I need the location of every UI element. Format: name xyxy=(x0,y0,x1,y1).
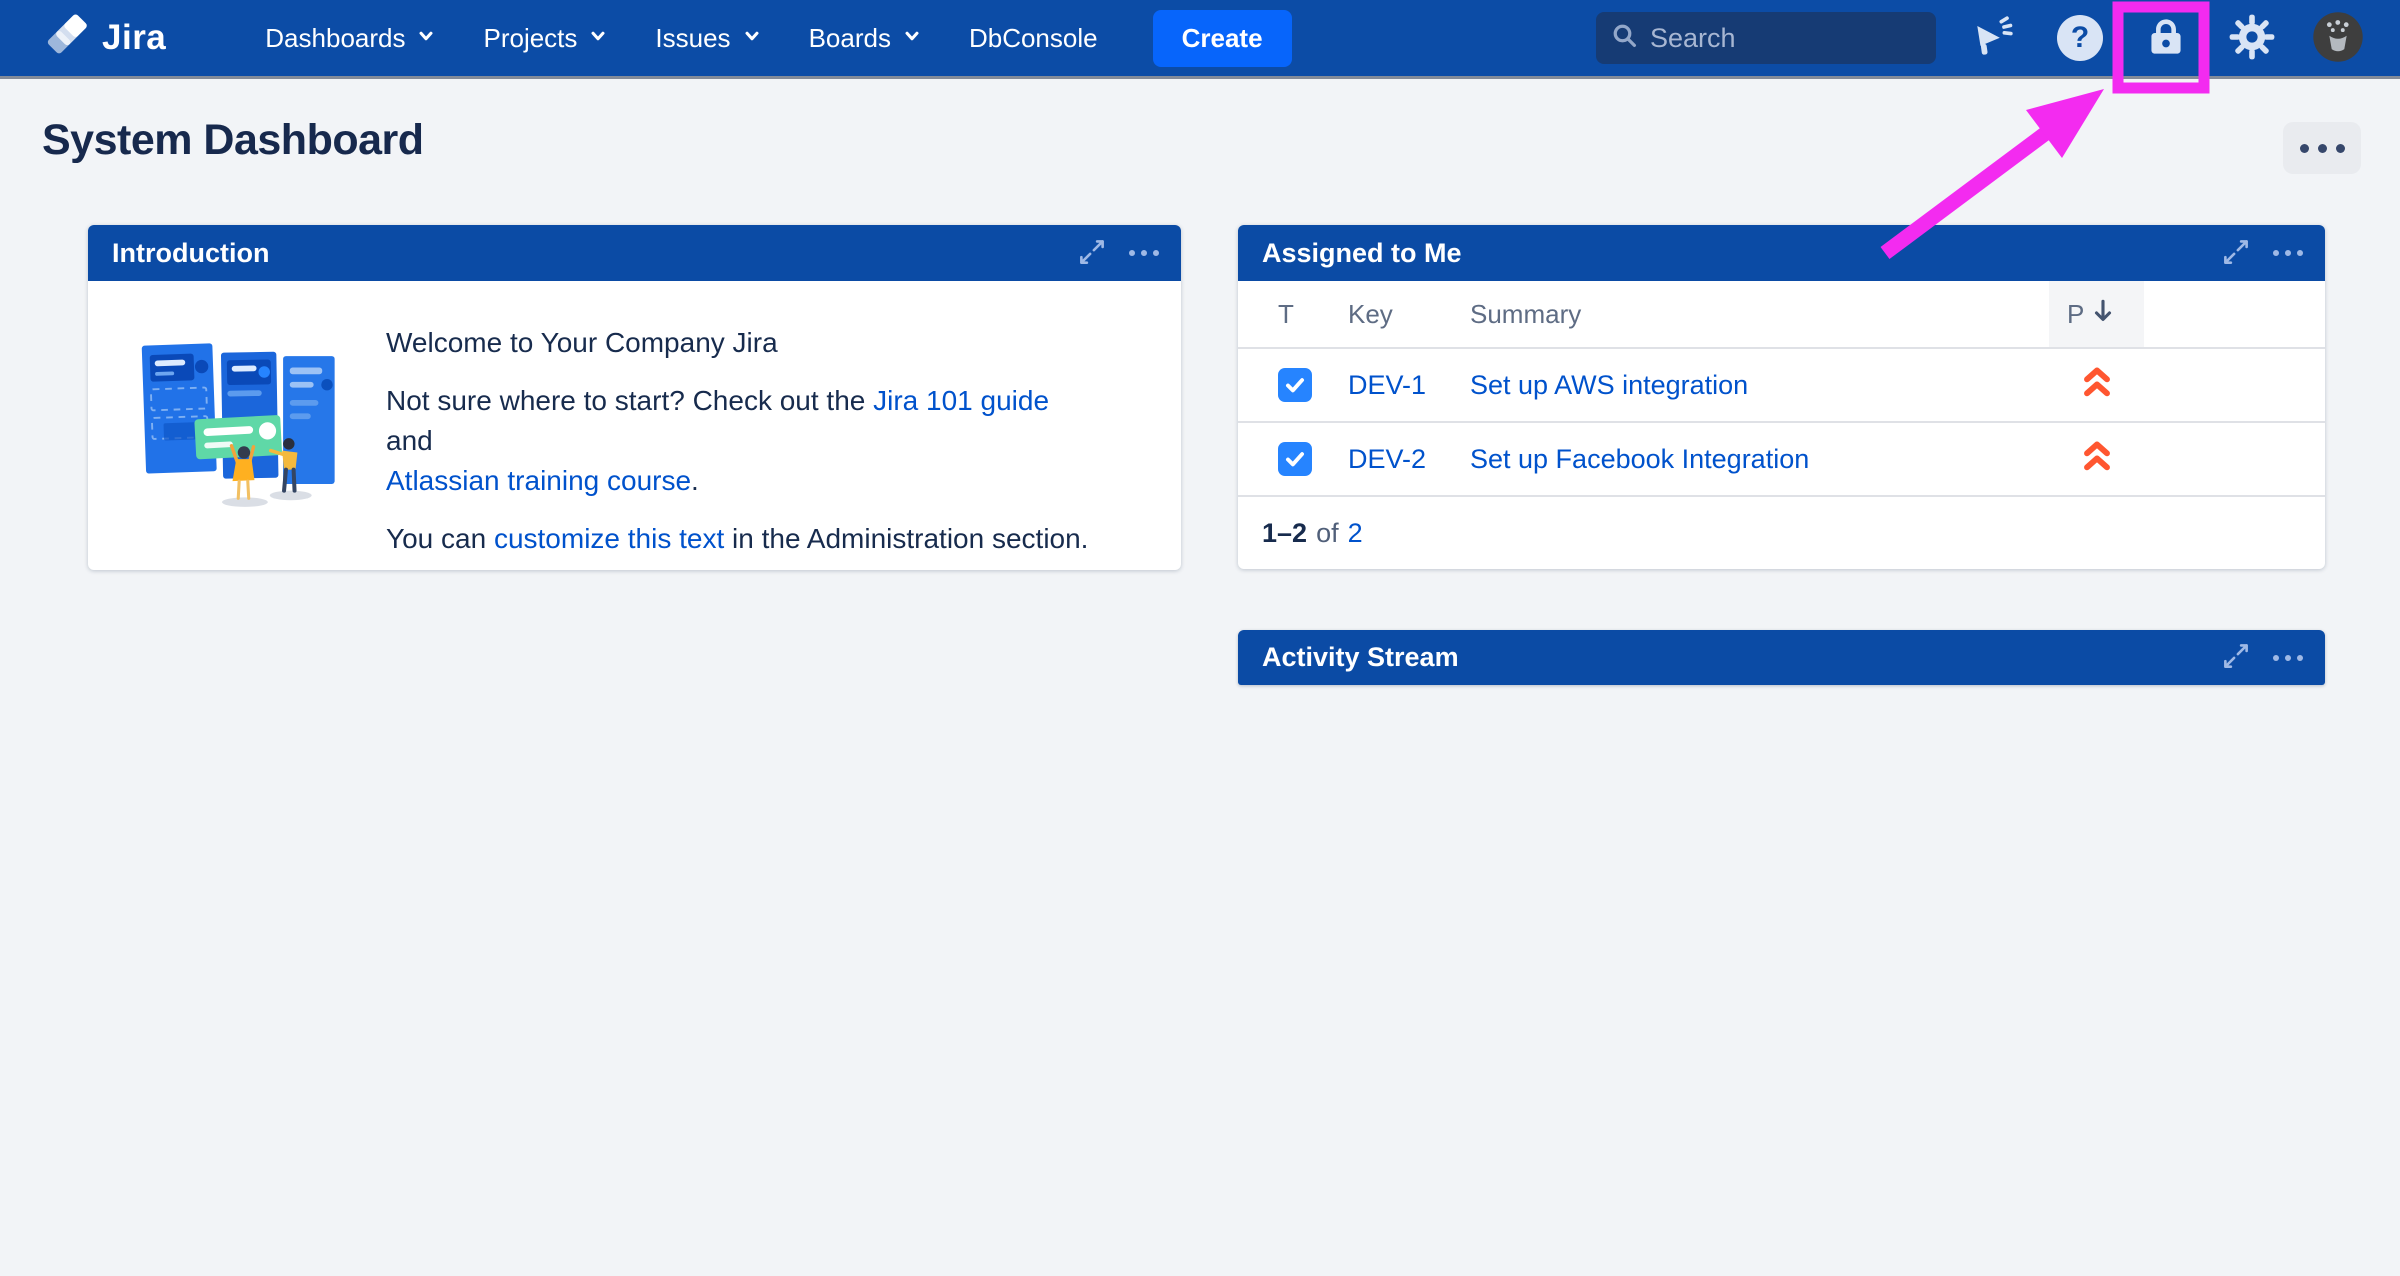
gadget-expand-button[interactable] xyxy=(1077,237,1107,270)
lock-icon xyxy=(2143,14,2189,63)
nav-issues[interactable]: Issues xyxy=(632,0,785,76)
sort-descending-icon xyxy=(2092,298,2114,331)
column-summary[interactable]: Summary xyxy=(1452,281,2049,347)
nav-issues-label: Issues xyxy=(655,23,730,54)
issue-table-header: T Key Summary P xyxy=(1238,281,2325,349)
nav-projects[interactable]: Projects xyxy=(460,0,632,76)
search-icon xyxy=(1610,21,1640,56)
create-button[interactable]: Create xyxy=(1153,10,1292,67)
nav-projects-label: Projects xyxy=(483,23,577,54)
ellipsis-icon xyxy=(2273,655,2303,661)
gadget-title: Introduction xyxy=(112,238,1077,269)
column-type[interactable]: T xyxy=(1260,281,1330,347)
column-key[interactable]: Key xyxy=(1330,281,1452,347)
issue-key-link[interactable]: DEV-2 xyxy=(1348,444,1426,475)
ellipsis-icon xyxy=(2300,144,2345,153)
intro-customize-line: You can customize this text in the Admin… xyxy=(386,519,1096,559)
jira-logo[interactable]: Jira xyxy=(46,14,166,63)
pagination-of: of xyxy=(1316,518,1339,549)
nav-dashboards-label: Dashboards xyxy=(265,23,405,54)
user-menu-button[interactable] xyxy=(2310,8,2366,68)
welcome-illustration xyxy=(138,323,348,559)
search-input[interactable] xyxy=(1650,23,1890,54)
expand-icon xyxy=(2221,237,2251,270)
atlassian-training-link[interactable]: Atlassian training course xyxy=(386,465,691,496)
assigned-gadget-header: Assigned to Me xyxy=(1238,225,2325,281)
priority-highest-icon xyxy=(2081,364,2113,407)
intro-getting-started: Not sure where to start? Check out the J… xyxy=(386,381,1096,501)
activity-stream-gadget: Activity Stream xyxy=(1238,630,2325,685)
gadget-menu-button[interactable] xyxy=(2273,250,2303,256)
nav-boards-label: Boards xyxy=(809,23,891,54)
gadget-expand-button[interactable] xyxy=(2221,237,2251,270)
issue-row: DEV-1 Set up AWS integration xyxy=(1238,349,2325,423)
pagination-total-link[interactable]: 2 xyxy=(1348,518,1363,549)
issue-row: DEV-2 Set up Facebook Integration xyxy=(1238,423,2325,497)
assigned-to-me-gadget: Assigned to Me T Key Summary P xyxy=(1238,225,2325,569)
megaphone-icon xyxy=(1971,14,2017,63)
chevron-down-icon xyxy=(587,23,609,54)
issue-summary-link[interactable]: Set up Facebook Integration xyxy=(1470,444,1809,475)
search-box[interactable] xyxy=(1596,12,1936,64)
task-icon xyxy=(1278,368,1312,402)
nav-dbconsole[interactable]: DbConsole xyxy=(946,0,1121,76)
expand-icon xyxy=(1077,237,1107,270)
jira-101-guide-link[interactable]: Jira 101 guide xyxy=(873,385,1049,416)
intro-welcome-line: Welcome to Your Company Jira xyxy=(386,323,1096,363)
nav-boards[interactable]: Boards xyxy=(786,0,946,76)
column-priority[interactable]: P xyxy=(2049,281,2144,347)
chevron-down-icon xyxy=(415,23,437,54)
gear-icon xyxy=(2228,13,2276,64)
introduction-gadget-header: Introduction xyxy=(88,225,1181,281)
help-button[interactable]: ? xyxy=(2052,8,2108,68)
issue-key-link[interactable]: DEV-1 xyxy=(1348,370,1426,401)
chevron-down-icon xyxy=(741,23,763,54)
priority-highest-icon xyxy=(2081,438,2113,481)
page-title: System Dashboard xyxy=(42,116,424,165)
gadget-menu-button[interactable] xyxy=(1129,250,1159,256)
gadget-title: Assigned to Me xyxy=(1262,238,2221,269)
brand-text: Jira xyxy=(102,18,166,58)
pagination-range: 1–2 xyxy=(1262,518,1307,549)
dashboard-tools-button[interactable] xyxy=(2283,122,2361,174)
help-icon: ? xyxy=(2057,15,2103,61)
issue-summary-link[interactable]: Set up AWS integration xyxy=(1470,370,1748,401)
task-icon xyxy=(1278,442,1312,476)
customize-text-link[interactable]: customize this text xyxy=(494,523,724,554)
introduction-gadget: Introduction xyxy=(88,225,1181,570)
gadget-title: Activity Stream xyxy=(1262,642,2221,673)
permissions-lock-button[interactable] xyxy=(2138,8,2194,68)
nav-dbconsole-label: DbConsole xyxy=(969,23,1098,54)
column-actions xyxy=(2144,281,2325,347)
announcements-button[interactable] xyxy=(1966,8,2022,68)
jira-logo-icon xyxy=(46,14,90,63)
top-navbar: Jira Dashboards Projects Issues Boards D… xyxy=(0,0,2400,76)
ellipsis-icon xyxy=(2273,250,2303,256)
chevron-down-icon xyxy=(901,23,923,54)
gadget-expand-button[interactable] xyxy=(2221,641,2251,674)
settings-button[interactable] xyxy=(2224,8,2280,68)
avatar xyxy=(2312,11,2364,66)
expand-icon xyxy=(2221,641,2251,674)
nav-dashboards[interactable]: Dashboards xyxy=(242,0,460,76)
gadget-menu-button[interactable] xyxy=(2273,655,2303,661)
pagination: 1–2 of 2 xyxy=(1238,497,2325,569)
ellipsis-icon xyxy=(1129,250,1159,256)
